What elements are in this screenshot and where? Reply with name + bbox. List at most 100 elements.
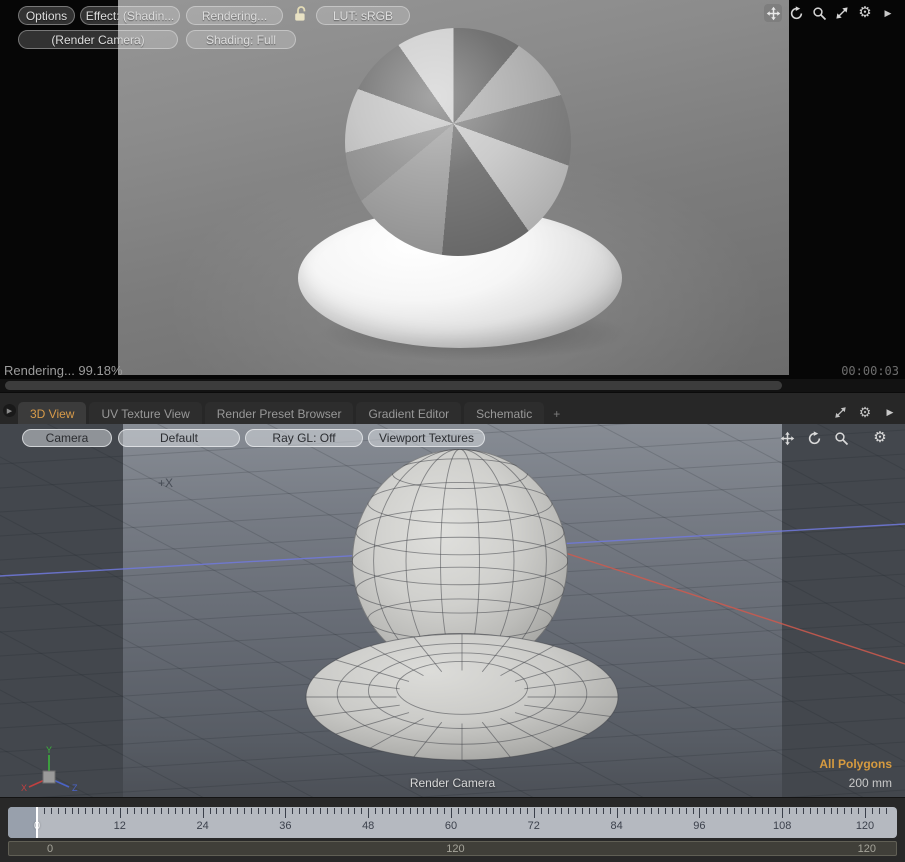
selection-mode-label: All Polygons: [819, 757, 892, 771]
ruler-tick: [189, 808, 190, 814]
render-preview-pane: Options Effect: (Shadin... Rendering... …: [0, 0, 905, 392]
tabs: 3D View UV Texture View Render Preset Br…: [18, 402, 566, 425]
lock-icon[interactable]: [292, 5, 310, 23]
ruler-tick: [624, 808, 625, 814]
render-camera-button[interactable]: (Render Camera): [18, 30, 178, 49]
ruler-tick: [141, 808, 142, 814]
ruler-tick: [658, 808, 659, 814]
render-elapsed-time: 00:00:03: [841, 364, 899, 378]
rendering-button[interactable]: Rendering...: [186, 6, 283, 25]
timeline-range-bar[interactable]: 0 120 120: [8, 841, 897, 856]
gear-icon[interactable]: ⚙: [856, 4, 874, 22]
ruler-tick: [617, 808, 618, 818]
ruler-tick: [465, 808, 466, 814]
viewport-camera-button[interactable]: Camera: [22, 429, 112, 447]
ruler-tick: [92, 808, 93, 814]
ruler-tick: [120, 808, 121, 818]
ruler-tick: [727, 808, 728, 814]
ruler-tick: [168, 808, 169, 814]
shading-button[interactable]: Shading: Full: [186, 30, 296, 49]
playhead[interactable]: [36, 807, 38, 838]
effect-button[interactable]: Effect: (Shadin...: [80, 6, 180, 25]
menu-arrow-icon[interactable]: ▶: [881, 403, 899, 421]
options-button[interactable]: Options: [18, 6, 75, 25]
ruler-tick: [285, 808, 286, 818]
ruler-tick: [251, 808, 252, 814]
timeline-ruler[interactable]: 01224364860728496108120: [8, 807, 897, 838]
ruler-tick-label: 96: [684, 820, 714, 832]
expand-icon[interactable]: [833, 4, 851, 22]
gear-icon[interactable]: ⚙: [856, 403, 874, 421]
ruler-tick: [444, 808, 445, 814]
ruler-tick: [603, 808, 604, 814]
ruler-tick: [886, 808, 887, 814]
ruler-tick: [486, 808, 487, 814]
ruler-tick: [147, 808, 148, 814]
pan-icon[interactable]: [764, 4, 782, 22]
ruler-tick: [210, 808, 211, 814]
ruler-tick: [803, 808, 804, 814]
ruler-tick: [734, 808, 735, 814]
ruler-tick: [865, 808, 866, 818]
zoom-icon[interactable]: [810, 4, 828, 22]
axis-gizmo: Y X Z: [16, 742, 82, 797]
viewport-default-button[interactable]: Default: [118, 429, 240, 447]
ruler-tick: [672, 808, 673, 814]
lut-button[interactable]: LUT: sRGB: [316, 6, 410, 25]
ruler-tick: [693, 808, 694, 814]
ruler-tick: [258, 808, 259, 814]
ruler-tick: [879, 808, 880, 814]
ruler-tick: [334, 808, 335, 814]
ruler-tick: [782, 808, 783, 818]
ruler-tick-label: 48: [353, 820, 383, 832]
ruler-tick: [58, 808, 59, 814]
ruler-tick: [403, 808, 404, 814]
ruler-tick: [589, 808, 590, 814]
tab-bar-controls: ⚙ ▶: [831, 403, 899, 421]
rotate-icon[interactable]: [805, 429, 823, 447]
gear-icon[interactable]: ⚙: [871, 429, 889, 447]
tab-render-preset-browser[interactable]: Render Preset Browser: [205, 402, 354, 425]
ruler-tick: [762, 808, 763, 814]
ruler-tick: [686, 808, 687, 814]
viewport-scene: [0, 424, 905, 797]
tab-3d-view[interactable]: 3D View: [18, 402, 86, 425]
ruler-tick-label: 84: [602, 820, 632, 832]
ruler-tick: [699, 808, 700, 818]
ruler-tick: [651, 808, 652, 814]
expand-icon[interactable]: [831, 403, 849, 421]
tab-gradient-editor[interactable]: Gradient Editor: [356, 402, 461, 425]
pan-icon[interactable]: [778, 429, 796, 447]
zoom-icon[interactable]: [832, 429, 850, 447]
ruler-tick-label: 120: [850, 820, 880, 832]
tab-uv-texture-view[interactable]: UV Texture View: [89, 402, 201, 425]
ruler-tick: [541, 808, 542, 814]
ruler-tick-label: 72: [519, 820, 549, 832]
ruler-tick: [272, 808, 273, 814]
ruler-tick: [582, 808, 583, 814]
add-tab-button[interactable]: +: [547, 402, 566, 425]
ruler-tick: [306, 808, 307, 814]
ruler-tick: [810, 808, 811, 814]
menu-arrow-icon[interactable]: ▶: [879, 4, 897, 22]
ruler-tick: [244, 808, 245, 814]
ruler-tick: [720, 808, 721, 814]
viewport-3d[interactable]: Camera Default Ray GL: Off Viewport Text…: [0, 424, 905, 797]
ruler-tick: [354, 808, 355, 814]
ruler-tick: [216, 808, 217, 814]
render-progress-text: Rendering... 99.18%: [4, 363, 123, 378]
ruler-tick: [534, 808, 535, 818]
ruler-tick-label: 12: [105, 820, 135, 832]
range-end-value: 120: [858, 843, 876, 855]
pane-corner-icon[interactable]: ▶: [3, 404, 16, 417]
viewport-raygl-button[interactable]: Ray GL: Off: [245, 429, 363, 447]
tab-schematic[interactable]: Schematic: [464, 402, 544, 425]
ruler-tick: [279, 808, 280, 814]
ruler-tick: [706, 808, 707, 814]
ruler-tick: [555, 808, 556, 814]
rotate-icon[interactable]: [787, 4, 805, 22]
ruler-tick: [575, 808, 576, 814]
ruler-tick: [644, 808, 645, 814]
viewport-textures-button[interactable]: Viewport Textures: [368, 429, 485, 447]
ruler-tick: [548, 808, 549, 814]
